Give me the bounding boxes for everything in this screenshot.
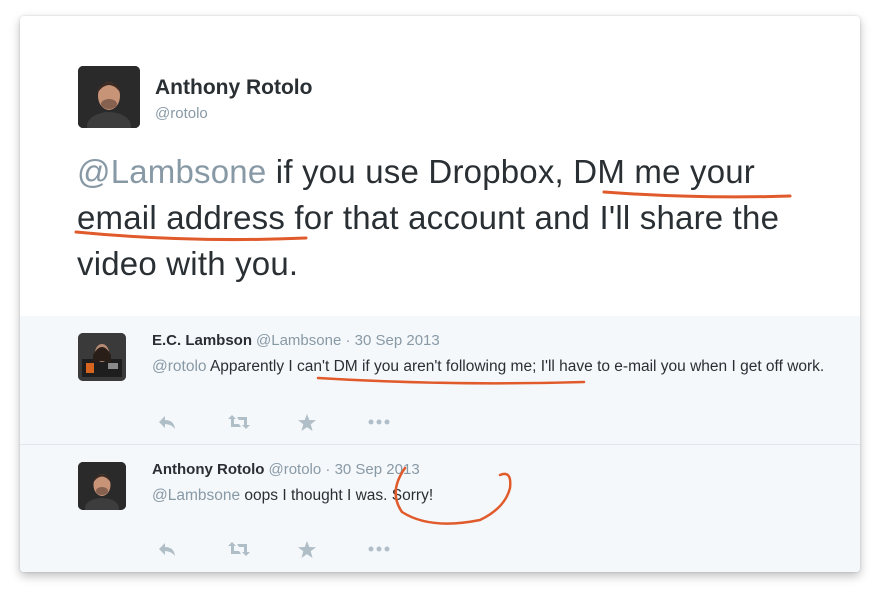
tweet-actions (158, 412, 438, 432)
reply-text-part: ; I'll have to e-mail you when I get off… (532, 358, 825, 375)
mention-link[interactable]: @rotolo (152, 358, 207, 375)
separator: · (341, 332, 355, 349)
reply-header: E.C. Lambson @Lambsone · 30 Sep 2013 (152, 332, 440, 349)
star-icon (298, 540, 316, 558)
reply-icon (159, 416, 175, 429)
tweet-actions (158, 539, 438, 559)
tweet-text-part: if you use Dropbox, (275, 153, 574, 190)
reply-author-name[interactable]: Anthony Rotolo (152, 461, 264, 478)
more-icon (368, 546, 390, 552)
avatar-photo (78, 462, 126, 510)
author-name[interactable]: Anthony Rotolo (155, 76, 312, 100)
reply-avatar[interactable] (78, 462, 126, 510)
reply-text-underlined: can't DM if you aren't following me (297, 358, 533, 375)
more-icon (368, 419, 390, 425)
favorite-button[interactable] (298, 539, 368, 559)
reply-text-circled: was. Sorry! (355, 487, 434, 504)
tweet-card: Anthony Rotolo @rotolo @Lambsone if you … (20, 16, 860, 572)
favorite-button[interactable] (298, 412, 368, 432)
author-handle[interactable]: @rotolo (155, 105, 208, 122)
reply-text-part: oops I thought I (240, 487, 356, 504)
retweet-button[interactable] (228, 412, 298, 432)
mention-link[interactable]: @Lambsone (77, 153, 266, 190)
reply-button[interactable] (158, 539, 228, 559)
reply-date[interactable]: 30 Sep 2013 (355, 332, 440, 349)
tweet-text: @Lambsone if you use Dropbox, DM me your… (77, 149, 837, 287)
author-avatar[interactable] (78, 66, 140, 128)
tweet-text-highlight: DM me your (573, 153, 755, 190)
reply-avatar[interactable] (78, 333, 126, 381)
reply-date[interactable]: 30 Sep 2013 (335, 461, 420, 478)
reply-text: @Lambsone oops I thought I was. Sorry! (152, 484, 832, 507)
tweet-text-highlight: email address (77, 199, 286, 236)
retweet-icon (228, 415, 250, 429)
reply-icon (159, 543, 175, 556)
reply-header: Anthony Rotolo @rotolo · 30 Sep 2013 (152, 461, 420, 478)
avatar-photo (78, 66, 140, 128)
more-button[interactable] (368, 412, 438, 432)
mention-link[interactable]: @Lambsone (152, 487, 240, 504)
more-button[interactable] (368, 539, 438, 559)
reply-author-name[interactable]: E.C. Lambson (152, 332, 252, 349)
reply-tweet[interactable]: Anthony Rotolo @rotolo · 30 Sep 2013 @Lam… (20, 445, 860, 572)
retweet-icon (228, 542, 250, 556)
avatar-photo (78, 333, 126, 381)
reply-author-handle[interactable]: @rotolo (268, 461, 321, 478)
reply-text-part: Apparently I (206, 358, 297, 375)
reply-text: @rotolo Apparently I can't DM if you are… (152, 355, 832, 378)
retweet-button[interactable] (228, 539, 298, 559)
reply-author-handle[interactable]: @Lambsone (256, 332, 341, 349)
separator: · (321, 461, 335, 478)
star-icon (298, 413, 316, 431)
reply-tweet[interactable]: E.C. Lambson @Lambsone · 30 Sep 2013 @rot… (20, 316, 860, 445)
reply-button[interactable] (158, 412, 228, 432)
